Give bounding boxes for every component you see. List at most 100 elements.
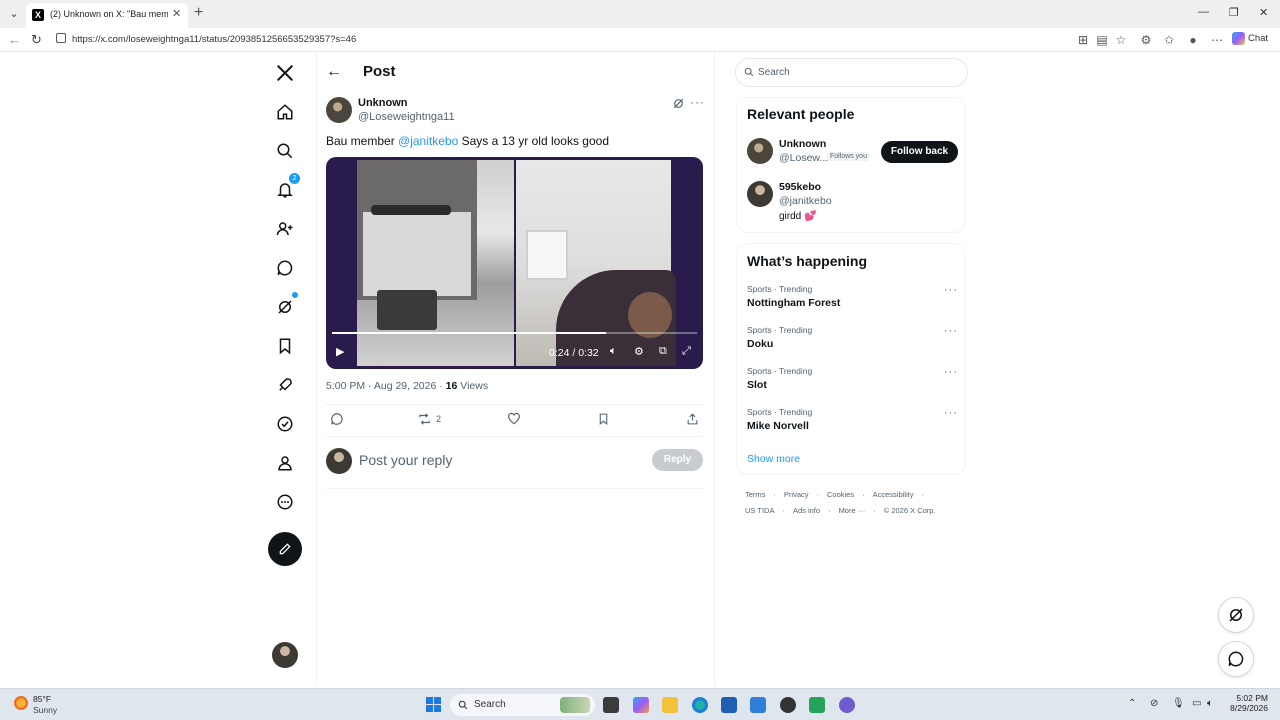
home-icon[interactable] (272, 99, 298, 125)
reply-input[interactable]: Post your reply (359, 452, 452, 468)
trend-more-icon[interactable]: ··· (944, 366, 958, 378)
window-close-icon[interactable]: ✕ (1259, 6, 1268, 19)
microphone-icon[interactable]: 🎙︎ (1172, 698, 1185, 709)
network-icon[interactable]: ⊘ (1150, 698, 1158, 709)
weather-temperature[interactable]: 85°F (33, 694, 51, 704)
minimize-icon[interactable]: — (1198, 6, 1209, 18)
more-options-icon[interactable] (272, 489, 298, 515)
favorite-star-icon[interactable]: ☆ (1114, 33, 1128, 47)
file-explorer-icon[interactable] (662, 697, 678, 713)
volume-icon[interactable]: 🔈︎ (610, 345, 617, 358)
tray-chevron-icon[interactable]: ⌃ (1128, 698, 1136, 709)
trend-name[interactable]: Doku (747, 338, 773, 350)
show-more-link[interactable]: Show more (747, 453, 800, 465)
picture-in-picture-icon[interactable]: ⧉ (659, 345, 667, 358)
refresh-icon[interactable]: ↻ (31, 32, 42, 48)
trend-more-icon[interactable]: ··· (944, 407, 958, 419)
copilot-taskbar-icon[interactable] (633, 697, 649, 713)
taskbar-search[interactable]: Search (450, 694, 595, 716)
restore-icon[interactable]: ❐ (1229, 6, 1239, 19)
footer-link[interactable]: More ··· (839, 506, 866, 515)
back-arrow-icon[interactable]: ← (326, 63, 342, 81)
more-menu-icon[interactable]: ⋯ (1210, 33, 1224, 47)
like-action[interactable] (507, 412, 521, 426)
grok-explain-icon[interactable] (672, 97, 685, 115)
follow-people-icon[interactable] (272, 216, 298, 242)
follow-back-button[interactable]: Follow back (881, 141, 958, 163)
start-windows-icon[interactable] (426, 697, 441, 712)
tab-actions-menu-icon[interactable]: ⌄ (6, 6, 22, 22)
footer-link[interactable]: Ads info (793, 506, 820, 515)
trend-name[interactable]: Slot (747, 379, 767, 391)
footer-link[interactable]: Cookies (827, 490, 854, 499)
footer-link[interactable]: US TIDA (745, 506, 774, 515)
weather-sun-icon[interactable] (14, 696, 28, 710)
author-name[interactable]: Unknown (358, 97, 408, 109)
fullscreen-icon[interactable]: ⤢ (682, 345, 691, 358)
app-icon[interactable] (780, 697, 796, 713)
x-logo-icon[interactable] (272, 60, 298, 86)
bookmarks-icon[interactable] (272, 333, 298, 359)
footer-link[interactable]: Accessibility (873, 490, 914, 499)
edge-browser-icon[interactable] (692, 697, 708, 713)
jobs-rocket-icon[interactable] (272, 372, 298, 398)
trend-more-icon[interactable]: ··· (944, 325, 958, 337)
verified-icon[interactable] (272, 411, 298, 437)
person-handle[interactable]: @Losew... (779, 152, 828, 164)
author-handle[interactable]: @Loseweightnga11 (358, 111, 455, 123)
messages-bubble-icon[interactable] (272, 255, 298, 281)
video-progress-bar[interactable] (332, 332, 697, 334)
new-tab-icon[interactable]: + (194, 4, 203, 22)
back-icon[interactable]: ← (8, 32, 21, 47)
bookmark-action[interactable] (597, 412, 610, 426)
tab-close-icon[interactable]: ✕ (172, 7, 181, 20)
compose-post-button[interactable] (268, 532, 302, 566)
profile-person-icon[interactable] (272, 450, 298, 476)
repost-action[interactable]: 2 (417, 412, 441, 426)
footer-link[interactable]: Terms (745, 490, 765, 499)
taskbar-clock[interactable]: 5:02 PM 8/29/2026 (1218, 693, 1268, 713)
reply-button[interactable]: Reply (652, 449, 703, 471)
person-handle[interactable]: @janitkebo (779, 195, 832, 207)
reader-view-icon[interactable]: ▤ (1095, 33, 1109, 47)
messages-floating-button[interactable] (1218, 641, 1254, 677)
notifications-bell-icon[interactable]: 2 (272, 173, 300, 203)
search-input[interactable]: Search (735, 58, 968, 87)
speaker-icon[interactable]: 🔈︎ (1207, 698, 1213, 709)
post-timestamp[interactable]: 5:00 PM · Aug 29, 2026 · (326, 380, 446, 392)
outlook-icon[interactable] (750, 697, 766, 713)
play-icon[interactable]: ▶ (336, 345, 344, 358)
grok-icon[interactable] (272, 292, 298, 320)
extensions-icon[interactable]: ⚙ (1139, 33, 1153, 47)
profile-icon[interactable]: ● (1186, 33, 1200, 47)
trend-name[interactable]: Nottingham Forest (747, 297, 840, 309)
discord-icon[interactable] (839, 697, 855, 713)
mention-link[interactable]: @janitkebo (398, 134, 458, 148)
video-settings-icon[interactable]: ⚙ (634, 345, 644, 358)
app-available-icon[interactable]: ⊞ (1076, 33, 1090, 47)
trend-more-icon[interactable]: ··· (944, 284, 958, 296)
person-avatar[interactable] (747, 138, 773, 164)
address-bar[interactable]: https://x.com/loseweightnga11/status/209… (52, 30, 1072, 50)
display-icon[interactable]: ▭ (1192, 698, 1201, 709)
person-name[interactable]: 595kebo (779, 181, 821, 193)
person-name[interactable]: Unknown (779, 138, 826, 150)
trend-name[interactable]: Mike Norvell (747, 420, 809, 432)
favorites-icon[interactable]: ✩ (1162, 33, 1176, 47)
explore-search-icon[interactable] (272, 138, 298, 164)
task-view-icon[interactable] (603, 697, 619, 713)
author-avatar[interactable] (326, 97, 352, 123)
video-player[interactable]: ▶ 0:24 / 0:32 🔈︎ ⚙ ⧉ ⤢ (326, 157, 703, 369)
grok-floating-button[interactable] (1218, 597, 1254, 633)
weather-condition[interactable]: Sunny (33, 705, 57, 715)
footer-link[interactable]: Privacy (784, 490, 809, 499)
post-more-icon[interactable]: ··· (690, 95, 705, 109)
account-avatar[interactable] (272, 642, 298, 668)
browser-tab[interactable]: X (2) Unknown on X: "Bau member @ ✕ (26, 3, 188, 28)
site-info-icon[interactable] (56, 33, 66, 43)
copilot-chat-button[interactable]: Chat (1232, 32, 1268, 45)
reply-action[interactable] (330, 412, 344, 426)
xbox-icon[interactable] (809, 697, 825, 713)
store-icon[interactable] (721, 697, 737, 713)
share-action[interactable] (686, 412, 699, 426)
